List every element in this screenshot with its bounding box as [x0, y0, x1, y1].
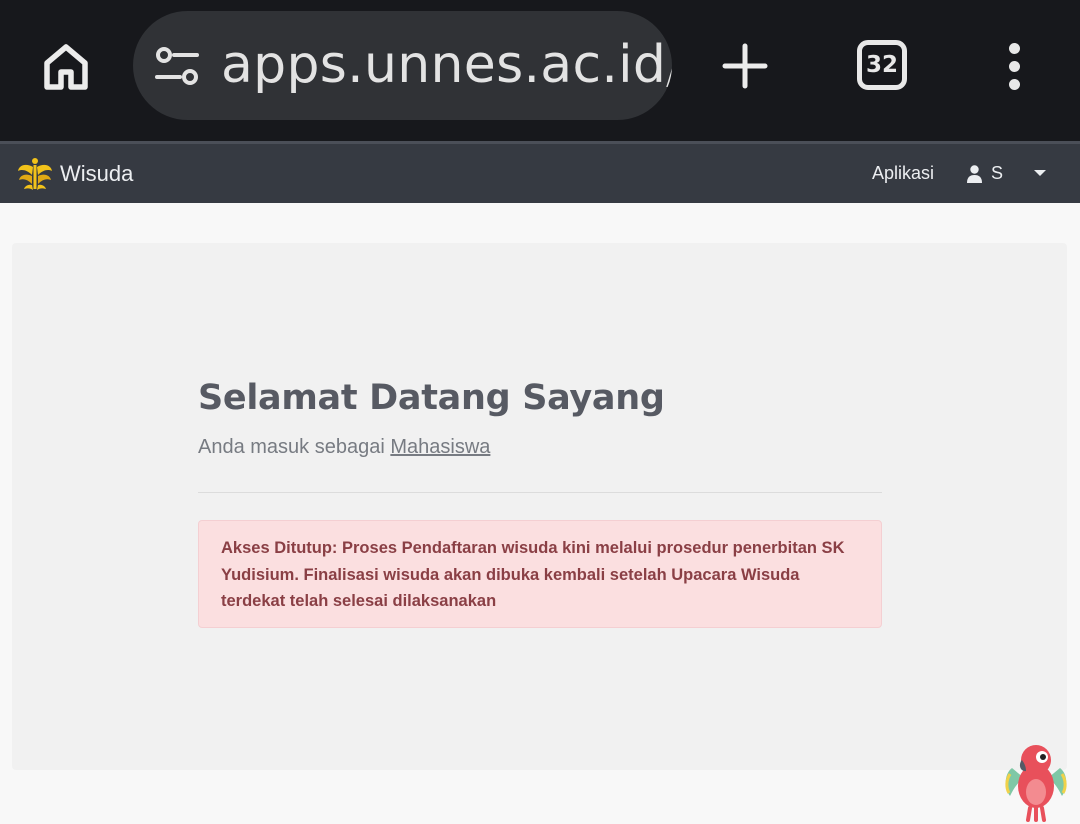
url-text[interactable]: apps.unnes.ac.id/5	[221, 11, 672, 120]
unnes-logo-icon	[18, 157, 52, 190]
tab-switcher-button[interactable]: 32	[857, 40, 907, 90]
plus-icon	[722, 43, 768, 89]
alert-access-closed: Akses Ditutup: Proses Pendaftaran wisuda…	[198, 520, 882, 628]
home-icon	[44, 44, 88, 90]
caret-down-icon[interactable]	[1034, 170, 1046, 176]
address-bar[interactable]: apps.unnes.ac.id/5	[133, 11, 672, 120]
role-line: Anda masuk sebagai Mahasiswa	[198, 436, 490, 459]
parrot-icon[interactable]	[1002, 738, 1070, 822]
brand-title: Wisuda	[60, 160, 134, 186]
new-tab-button[interactable]	[715, 36, 775, 96]
more-vert-icon[interactable]	[990, 36, 1038, 96]
page-title: Selamat Datang Sayang	[198, 378, 665, 418]
user-icon	[967, 164, 982, 183]
menu-dot	[1008, 78, 1020, 90]
nav-link-aplikasi[interactable]: Aplikasi	[872, 144, 934, 203]
divider	[198, 492, 882, 493]
navbar-brand[interactable]: Wisuda	[16, 144, 133, 203]
menu-dot	[1008, 42, 1020, 54]
app-navbar: Wisuda Aplikasi S	[0, 141, 1080, 203]
user-name: S	[991, 163, 1004, 183]
user-menu[interactable]: S	[966, 144, 1003, 203]
welcome-panel	[12, 243, 1067, 770]
tune-icon[interactable]	[153, 45, 201, 87]
role-prefix: Anda masuk sebagai	[198, 436, 385, 458]
menu-dot	[1008, 60, 1020, 72]
browser-toolbar: apps.unnes.ac.id/5 32	[0, 0, 1080, 141]
tab-count: 32	[865, 52, 898, 78]
role-link[interactable]: Mahasiswa	[390, 436, 490, 458]
home-button[interactable]	[36, 36, 96, 96]
